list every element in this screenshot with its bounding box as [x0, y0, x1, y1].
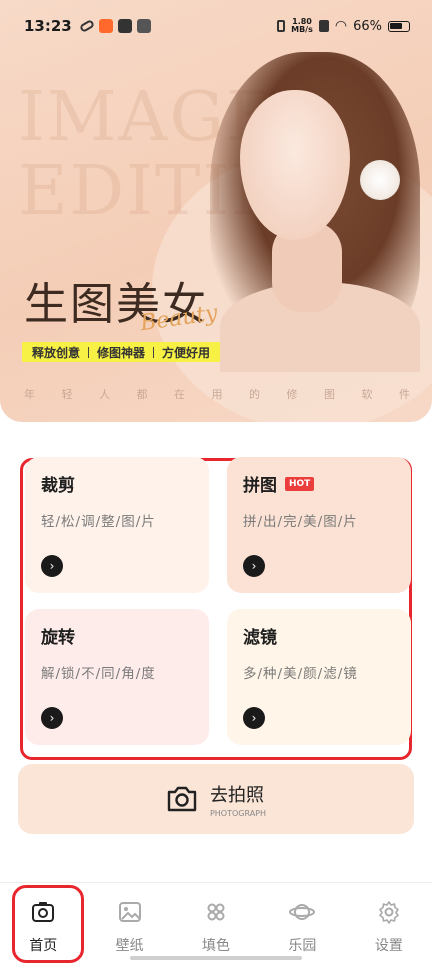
card-desc: 拼/出/完/美/图/片	[243, 514, 358, 530]
subtitle-char: 用	[211, 388, 223, 401]
wifi-icon: ◠	[334, 18, 348, 34]
nav-label: 壁纸	[115, 938, 144, 954]
filter-card[interactable]: 滤镜 多/种/美/颜/滤/镜 ›	[227, 609, 411, 745]
planet-icon	[289, 899, 316, 925]
card-title: 裁剪	[41, 471, 193, 496]
status-bar: 13:23 1.80 MB/s ◠ 66%	[0, 0, 432, 52]
message-app-icon	[136, 19, 151, 33]
nav-wallpaper[interactable]: 壁纸	[86, 883, 172, 964]
arrow-right-icon[interactable]: ›	[243, 707, 265, 729]
subtitle-char: 轻	[61, 388, 73, 401]
nav-label: 设置	[374, 938, 403, 954]
nav-playground[interactable]: 乐园	[259, 883, 345, 964]
arrow-right-icon[interactable]: ›	[41, 707, 63, 729]
image-icon	[117, 899, 143, 925]
vibrate-icon	[277, 20, 286, 32]
collage-title: 拼图	[243, 476, 277, 496]
take-photo-button[interactable]: 去拍照 PHOTOGRAPH	[18, 764, 414, 834]
hero-tag: 释放创意	[32, 345, 81, 360]
hero-banner[interactable]: IMAGE EDITING 生图美女 Beauty 释放创意 修图神器 方便好用…	[0, 0, 432, 422]
hair-flower	[360, 160, 400, 200]
arrow-right-icon[interactable]: ›	[41, 555, 63, 577]
subtitle-char: 人	[99, 388, 110, 401]
nav-label: 填色	[202, 938, 231, 954]
rotate-card[interactable]: 旋转 解/锁/不/同/角/度 ›	[25, 609, 209, 745]
rotate-title: 旋转	[41, 628, 75, 648]
subtitle-char: 在	[174, 388, 185, 401]
subtitle-char: 的	[249, 388, 260, 401]
crop-card[interactable]: 裁剪 轻/松/调/整/图/片 ›	[25, 457, 209, 593]
card-title: 滤镜	[243, 623, 395, 648]
photo-label: 去拍照	[209, 784, 264, 806]
no-sim-icon	[318, 20, 329, 32]
filter-title: 滤镜	[243, 628, 277, 648]
network-speed: 1.80 MB/s	[291, 18, 313, 34]
hero-tags: 释放创意 修图神器 方便好用	[22, 342, 221, 362]
crop-title: 裁剪	[41, 476, 75, 496]
card-desc: 多/种/美/颜/滤/镜	[243, 666, 358, 682]
home-indicator[interactable]	[130, 956, 302, 960]
subtitle-char: 软	[361, 388, 373, 401]
link-icon	[78, 19, 95, 33]
nav-home[interactable]: 首页	[0, 883, 86, 964]
subtitle-char: 年	[24, 388, 35, 401]
card-desc: 轻/松/调/整/图/片	[41, 514, 156, 530]
grid-icon	[203, 899, 229, 925]
photo-sublabel: PHOTOGRAPH	[209, 808, 267, 818]
card-title: 拼图 HOT	[243, 471, 395, 496]
collage-card[interactable]: 拼图 HOT 拼/出/完/美/图/片 ›	[227, 457, 411, 593]
gear-icon	[376, 899, 402, 925]
subtitle-char: 件	[399, 388, 410, 401]
status-time: 13:23	[24, 17, 72, 35]
bottom-nav: 首页 壁纸 填色 乐园 设置	[0, 882, 432, 964]
battery-percent: 66%	[353, 18, 382, 34]
hero-tag: 方便好用	[162, 345, 211, 360]
video-app-icon	[117, 19, 132, 33]
status-app-icons	[78, 19, 151, 33]
battery-icon	[388, 20, 410, 32]
subtitle-char: 修	[286, 388, 298, 401]
model-portrait	[180, 52, 432, 372]
speed-unit: MB/s	[291, 25, 313, 34]
camera-icon	[167, 786, 197, 812]
hero-subtitle: 年 轻 人 都 在 用 的 修 图 软 件	[24, 386, 410, 402]
card-desc: 解/锁/不/同/角/度	[41, 666, 156, 682]
subtitle-char: 图	[324, 388, 335, 401]
nav-settings[interactable]: 设置	[346, 883, 432, 964]
card-title: 旋转	[41, 623, 193, 648]
app-notification-icon	[98, 19, 113, 33]
nav-coloring[interactable]: 填色	[173, 883, 259, 964]
nav-label: 乐园	[288, 938, 317, 954]
feature-grid: 裁剪 轻/松/调/整/图/片 › 拼图 HOT 拼/出/完/美/图/片 › 旋转…	[20, 457, 412, 760]
arrow-right-icon[interactable]: ›	[243, 555, 265, 577]
camera-icon	[30, 899, 56, 925]
hot-badge: HOT	[285, 476, 315, 491]
photo-labels: 去拍照 PHOTOGRAPH	[210, 781, 266, 818]
status-right: 1.80 MB/s ◠ 66%	[277, 18, 410, 34]
subtitle-char: 都	[136, 388, 148, 401]
hero-tag: 修图神器	[97, 345, 146, 360]
nav-label: 首页	[29, 938, 58, 954]
